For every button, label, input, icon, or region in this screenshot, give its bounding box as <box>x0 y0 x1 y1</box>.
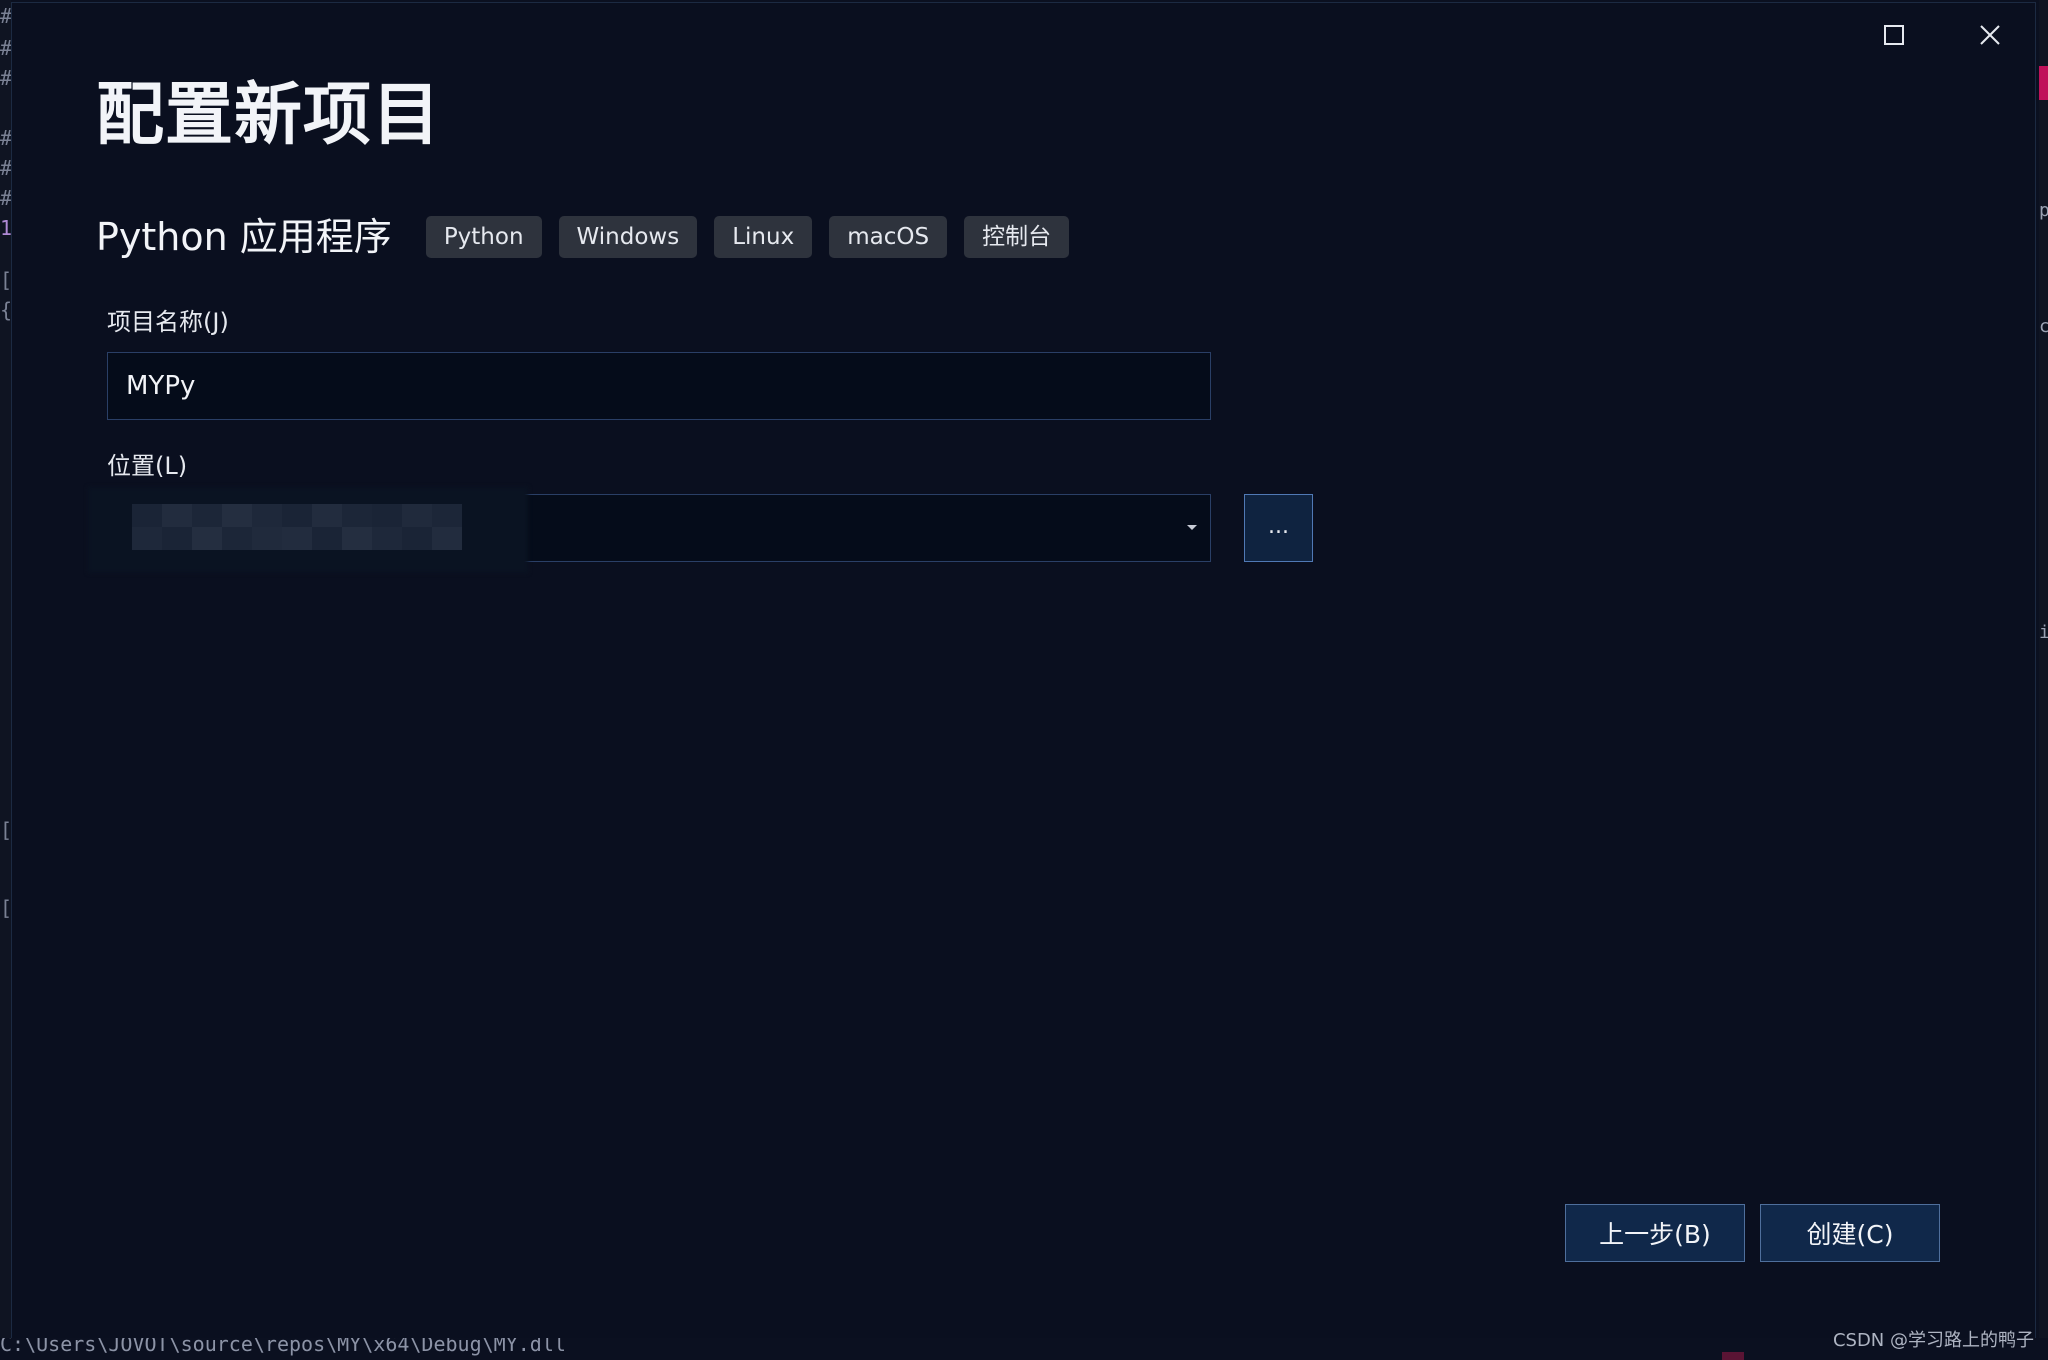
background-editor-right: p c i <box>2039 0 2048 1360</box>
configure-project-dialog <box>11 2 2036 1348</box>
tag-console: 控制台 <box>964 216 1070 258</box>
back-button[interactable]: 上一步(B) <box>1565 1204 1745 1262</box>
tag-windows: Windows <box>558 216 698 258</box>
tag-python: Python <box>425 216 542 258</box>
tag-macos: macOS <box>829 216 948 258</box>
background-output-path: C:\Users\JOVOT\source\repos\MY\x64\Debug… <box>0 1338 566 1356</box>
chevron-down-icon[interactable] <box>1182 495 1202 561</box>
browse-button[interactable]: ... <box>1244 494 1313 562</box>
maximize-icon <box>1884 25 1904 45</box>
background-output-strip: C:\Users\JOVOT\source\repos\MY\x64\Debug… <box>0 1338 2048 1360</box>
project-name-label: 项目名称(J) <box>107 308 229 336</box>
dropdown-arrow-icon <box>1187 525 1197 530</box>
location-label: 位置(L) <box>107 452 188 480</box>
redaction-mosaic <box>132 504 462 550</box>
close-icon <box>1980 25 2000 45</box>
template-info-row: Python 应用程序 Python Windows Linux macOS 控… <box>96 214 1086 260</box>
tag-linux: Linux <box>714 216 813 258</box>
maximize-button[interactable] <box>1864 10 1924 60</box>
close-button[interactable] <box>1960 10 2020 60</box>
page-title: 配置新项目 <box>96 76 442 155</box>
project-name-value: MYPy <box>126 371 196 401</box>
project-name-input[interactable]: MYPy <box>107 352 1211 420</box>
create-button[interactable]: 创建(C) <box>1760 1204 1940 1262</box>
background-marker <box>2039 66 2048 100</box>
background-editor-left: # # # # # # 1 [ { [ [ <box>0 0 12 1360</box>
template-name: Python 应用程序 <box>96 215 392 259</box>
background-marker-bottom <box>1722 1352 1744 1360</box>
watermark: CSDN @学习路上的鸭子 <box>1832 1330 2034 1351</box>
